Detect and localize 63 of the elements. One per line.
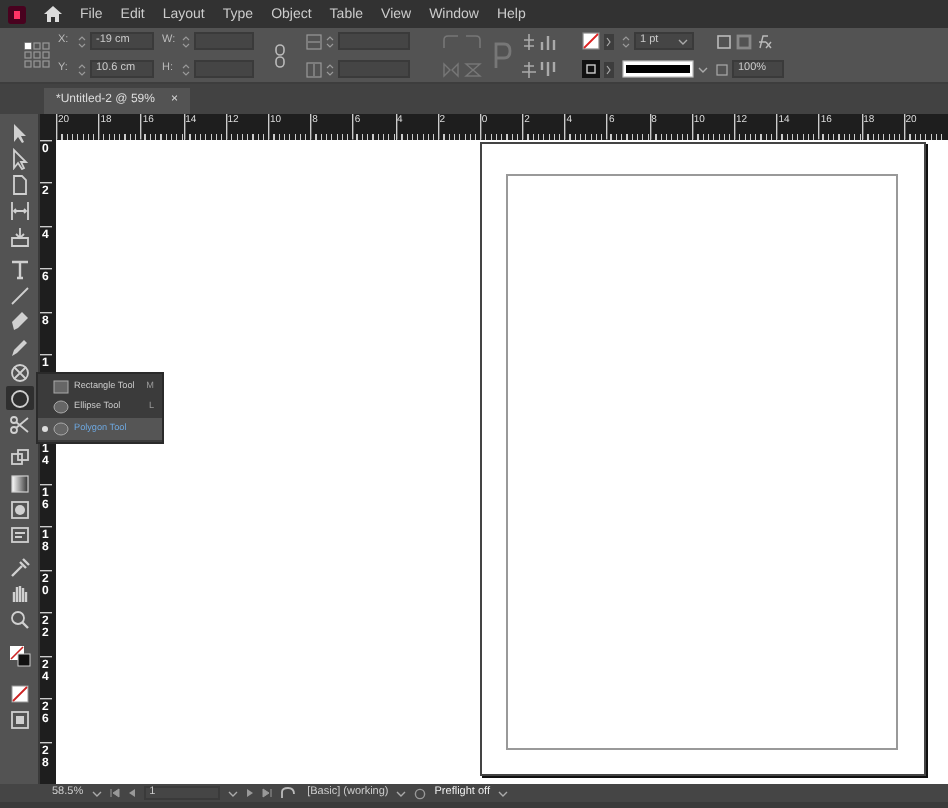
align-icon[interactable]	[522, 61, 536, 77]
spinner-icon[interactable]	[326, 33, 334, 49]
stroke-style-preview[interactable]	[622, 60, 694, 78]
page-icon	[7, 173, 31, 195]
spinner-icon[interactable]	[326, 61, 334, 77]
stroke-swatch[interactable]	[582, 60, 600, 78]
checkbox-icon[interactable]	[716, 63, 728, 75]
caret-icon[interactable]	[396, 789, 407, 797]
type-icon	[7, 257, 31, 279]
caret-icon[interactable]	[678, 37, 688, 45]
scale-y-field[interactable]	[338, 60, 410, 78]
spinner-icon[interactable]	[182, 33, 190, 49]
spinner-icon[interactable]	[78, 33, 86, 49]
caret-icon[interactable]	[498, 789, 508, 797]
caret-icon[interactable]	[91, 789, 102, 797]
first-page-icon[interactable]	[109, 788, 120, 798]
scissors-icon	[7, 413, 31, 435]
spinner-icon[interactable]	[182, 61, 190, 77]
gradient-feather-icon	[7, 497, 31, 519]
arrow-icon[interactable]	[604, 61, 614, 77]
previous-page-icon[interactable]	[127, 788, 136, 798]
pen-icon	[7, 309, 31, 331]
fill-stroke-icon	[7, 644, 31, 668]
tool-button[interactable]	[5, 386, 33, 410]
eyedropper-icon	[7, 555, 31, 577]
next-page-icon[interactable]	[245, 788, 254, 798]
scale-x-field[interactable]	[338, 32, 410, 50]
distribute-icon[interactable]	[540, 33, 558, 49]
zoom-icon	[7, 607, 31, 629]
home-icon[interactable]	[44, 6, 62, 22]
height-field[interactable]	[194, 60, 254, 78]
transform-icon	[7, 445, 31, 467]
reference-point-icon[interactable]	[24, 42, 50, 68]
rectangle-icon	[52, 377, 70, 396]
width-field[interactable]	[194, 32, 254, 50]
gradient-icon	[7, 471, 31, 493]
ellipse-icon	[7, 387, 31, 409]
arrow-icon[interactable]	[604, 33, 614, 49]
status-icon	[414, 787, 427, 799]
align-icon[interactable]	[522, 33, 536, 49]
note-icon	[7, 523, 31, 545]
hollow-arrow-icon	[7, 147, 31, 169]
spinner-icon[interactable]	[78, 61, 86, 77]
tool-button[interactable]	[5, 680, 33, 704]
chain-icon[interactable]	[274, 43, 286, 67]
tool-button[interactable]	[5, 640, 33, 672]
hand-icon	[7, 581, 31, 603]
last-page-icon[interactable]	[261, 788, 272, 798]
apply-none-icon	[7, 681, 31, 703]
screen-mode-icon	[7, 707, 31, 729]
app-logo	[8, 5, 26, 23]
caret-icon[interactable]	[698, 65, 708, 73]
no-fill-swatch[interactable]	[582, 32, 600, 50]
distribute-icon[interactable]	[540, 61, 558, 77]
pencil-icon	[7, 335, 31, 357]
tool-button[interactable]	[5, 470, 33, 494]
line-icon	[7, 283, 31, 305]
gap-icon	[7, 199, 31, 221]
effects-icon[interactable]	[756, 33, 772, 49]
caret-icon[interactable]	[227, 789, 238, 797]
frame-icon	[7, 361, 31, 383]
spinner-icon[interactable]	[622, 33, 630, 49]
content-collector-icon	[7, 225, 31, 247]
